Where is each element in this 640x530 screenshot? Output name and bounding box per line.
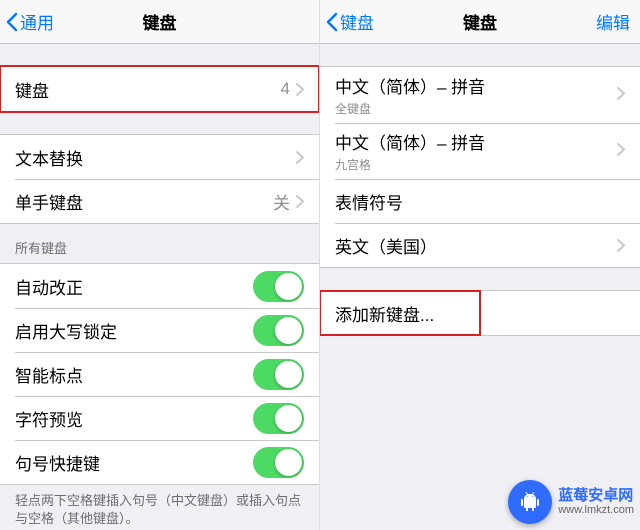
back-button[interactable]: 键盘 bbox=[326, 9, 374, 34]
char-preview-label: 字符预览 bbox=[15, 406, 83, 431]
watermark-url: www.lmkzt.com bbox=[558, 504, 634, 516]
add-keyboard-row[interactable]: 添加新键盘... bbox=[320, 291, 480, 335]
right-pane: 键盘 键盘 编辑 中文（简体）– 拼音 全键盘 中文（简体）– 拼音 九宫格 表… bbox=[320, 0, 640, 530]
add-keyboard-label: 添加新键盘... bbox=[335, 301, 434, 326]
keyboards-row[interactable]: 键盘 4 bbox=[0, 67, 319, 111]
installed-keyboards-group: 中文（简体）– 拼音 全键盘 中文（简体）– 拼音 九宫格 表情符号 英文（美国… bbox=[320, 66, 640, 268]
auto-correct-row[interactable]: 自动改正 bbox=[0, 264, 319, 308]
one-handed-row[interactable]: 单手键盘 关 bbox=[0, 179, 319, 223]
keyboard-row[interactable]: 中文（简体）– 拼音 九宫格 bbox=[320, 123, 640, 179]
char-preview-row[interactable]: 字符预览 bbox=[0, 396, 319, 440]
watermark: 蓝莓安卓网 www.lmkzt.com bbox=[508, 480, 634, 524]
chevron-right-icon bbox=[296, 195, 304, 208]
nav-bar: 键盘 键盘 编辑 bbox=[320, 0, 640, 44]
keyboard-label: 英文（美国） bbox=[335, 233, 437, 258]
one-handed-label: 单手键盘 bbox=[15, 189, 83, 214]
keyboard-sublabel: 全键盘 bbox=[335, 100, 371, 117]
watermark-text: 蓝莓安卓网 www.lmkzt.com bbox=[558, 488, 634, 517]
chevron-left-icon bbox=[6, 12, 18, 32]
keyboards-count: 4 bbox=[281, 79, 290, 99]
all-keyboards-group: 自动改正 启用大写锁定 智能标点 字符预览 句号快捷键 bbox=[0, 263, 319, 485]
text-replacement-row[interactable]: 文本替换 bbox=[0, 135, 319, 179]
chevron-right-icon bbox=[617, 239, 625, 252]
add-keyboard-group: 添加新键盘... bbox=[320, 290, 640, 336]
smart-punct-row[interactable]: 智能标点 bbox=[0, 352, 319, 396]
one-handed-value: 关 bbox=[273, 189, 290, 214]
keyboard-label: 表情符号 bbox=[335, 189, 403, 214]
chevron-right-icon bbox=[617, 87, 625, 100]
chevron-right-icon bbox=[617, 143, 625, 156]
edit-button[interactable]: 编辑 bbox=[596, 9, 630, 34]
auto-correct-label: 自动改正 bbox=[15, 274, 83, 299]
left-pane: 通用 键盘 键盘 4 文本替换 单手键盘 关 所有 bbox=[0, 0, 320, 530]
auto-correct-switch[interactable] bbox=[253, 271, 304, 302]
smart-punct-switch[interactable] bbox=[253, 359, 304, 390]
period-shortcut-row[interactable]: 句号快捷键 bbox=[0, 440, 319, 484]
keyboards-row-group: 键盘 4 bbox=[0, 66, 319, 112]
period-shortcut-switch[interactable] bbox=[253, 447, 304, 478]
caps-lock-row[interactable]: 启用大写锁定 bbox=[0, 308, 319, 352]
keyboard-sublabel: 九宫格 bbox=[335, 156, 371, 173]
android-icon bbox=[508, 480, 552, 524]
chevron-left-icon bbox=[326, 12, 338, 32]
back-label: 通用 bbox=[20, 9, 54, 34]
keyboard-row[interactable]: 英文（美国） bbox=[320, 223, 640, 267]
nav-bar: 通用 键盘 bbox=[0, 0, 319, 44]
text-options-group: 文本替换 单手键盘 关 bbox=[0, 134, 319, 224]
keyboard-label: 中文（简体）– 拼音 bbox=[335, 73, 485, 98]
back-button[interactable]: 通用 bbox=[6, 9, 54, 34]
keyboard-row[interactable]: 表情符号 bbox=[320, 179, 640, 223]
caps-lock-label: 启用大写锁定 bbox=[15, 318, 117, 343]
chevron-right-icon bbox=[296, 151, 304, 164]
text-replacement-label: 文本替换 bbox=[15, 145, 83, 170]
period-shortcut-label: 句号快捷键 bbox=[15, 450, 100, 475]
caps-lock-switch[interactable] bbox=[253, 315, 304, 346]
watermark-title: 蓝莓安卓网 bbox=[558, 488, 634, 505]
keyboard-label: 中文（简体）– 拼音 bbox=[335, 129, 485, 154]
chevron-right-icon bbox=[296, 83, 304, 96]
all-keyboards-header: 所有键盘 bbox=[0, 224, 319, 263]
back-label: 键盘 bbox=[340, 9, 374, 34]
smart-punct-label: 智能标点 bbox=[15, 362, 83, 387]
period-shortcut-footer: 轻点两下空格键插入句号（中文键盘）或插入句点与空格（其他键盘）。 bbox=[0, 485, 319, 530]
keyboards-label: 键盘 bbox=[15, 77, 49, 102]
keyboard-row[interactable]: 中文（简体）– 拼音 全键盘 bbox=[320, 67, 640, 123]
char-preview-switch[interactable] bbox=[253, 403, 304, 434]
